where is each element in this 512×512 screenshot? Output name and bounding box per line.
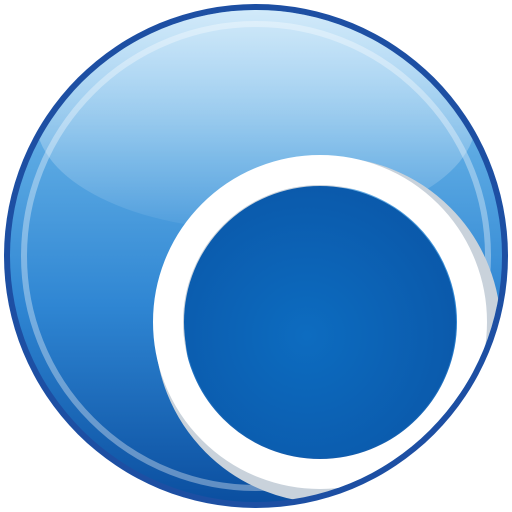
inner-disc <box>184 186 456 458</box>
blue-circle-ring-logo-icon <box>4 4 508 508</box>
app-icon-canvas <box>0 0 512 512</box>
